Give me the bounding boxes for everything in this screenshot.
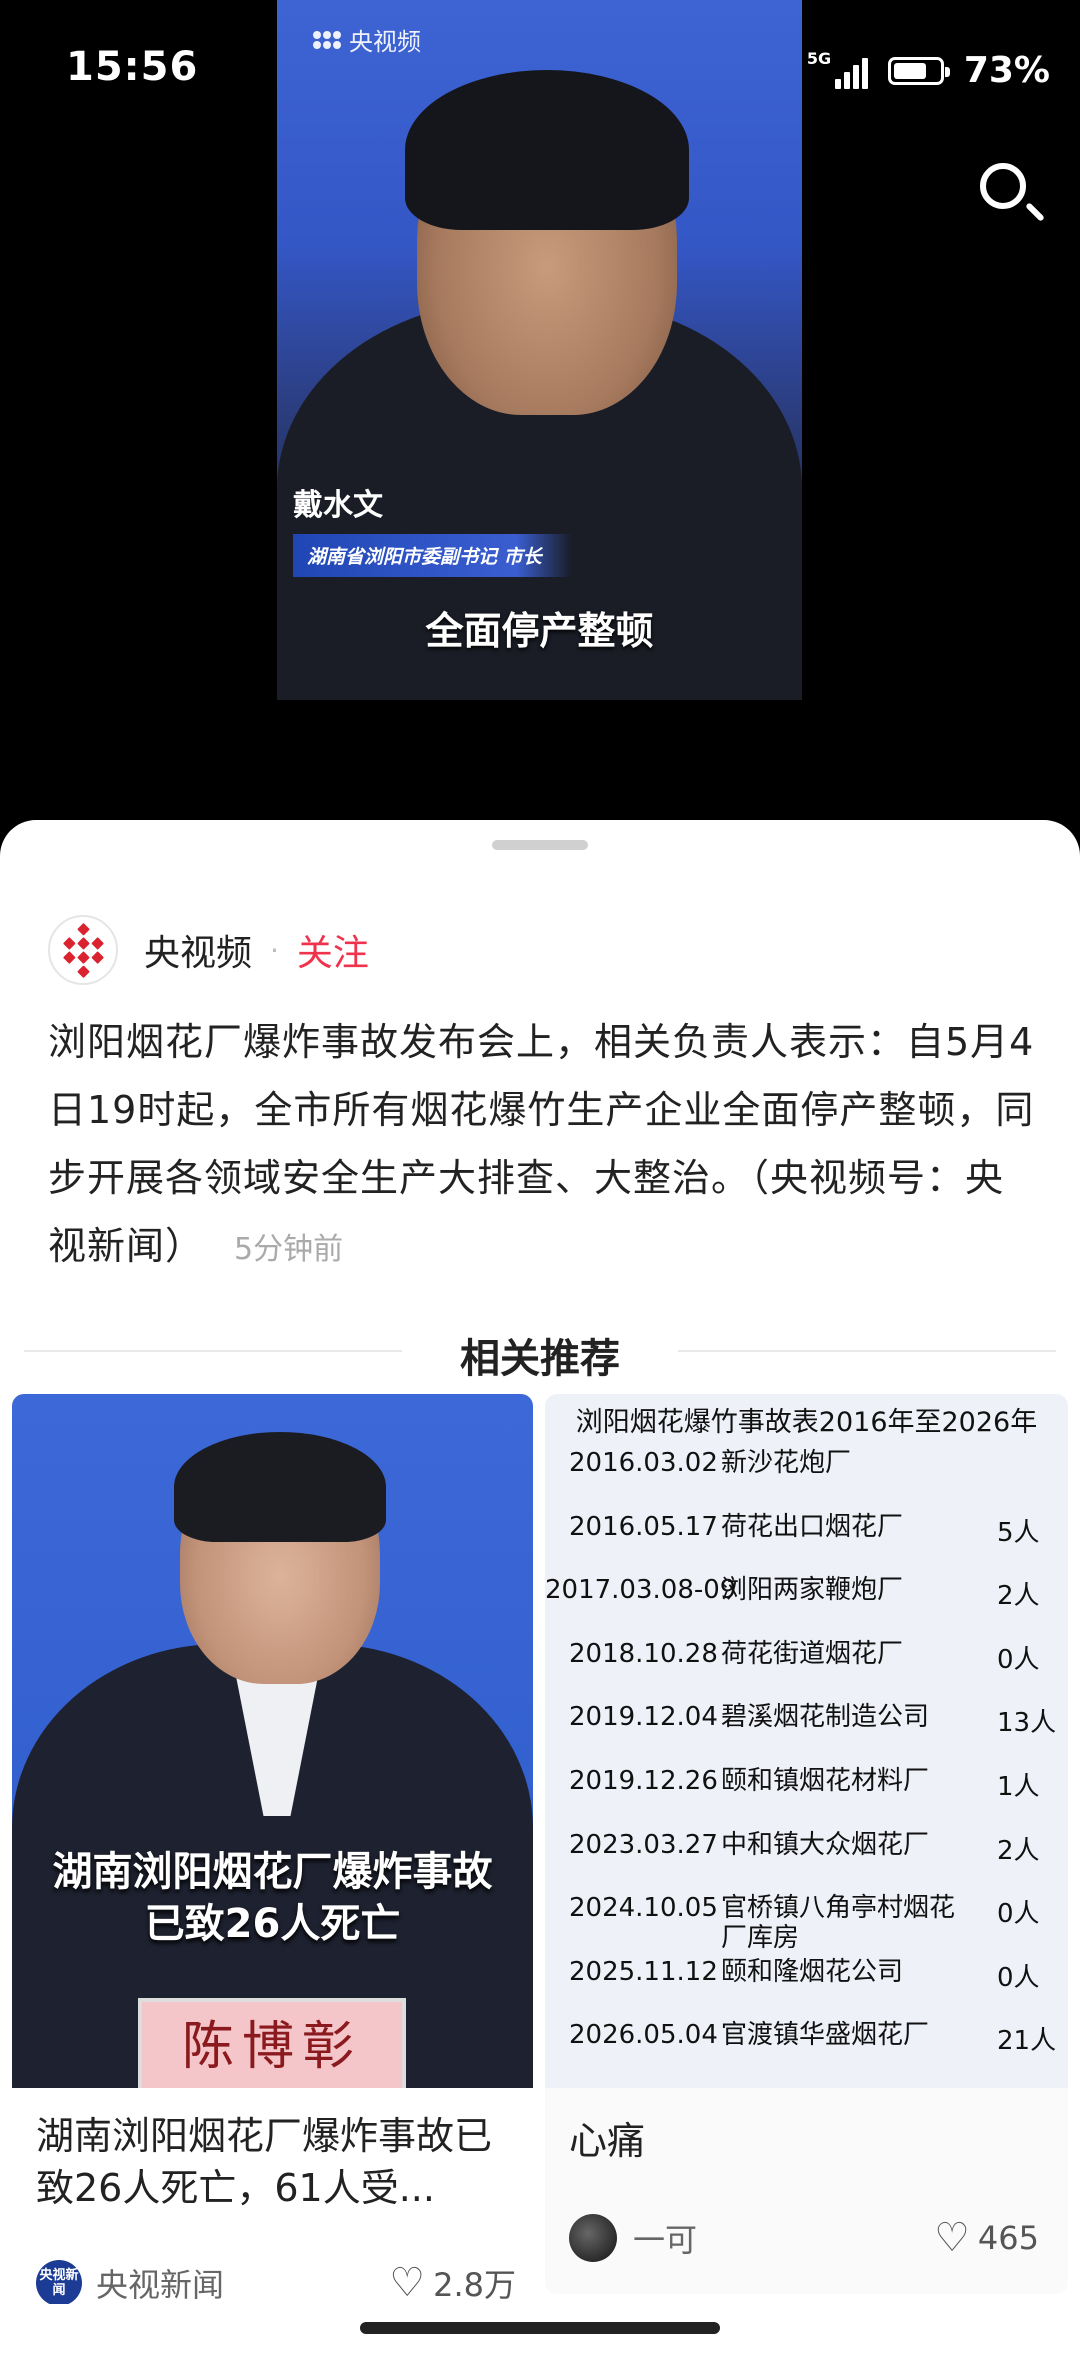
factory-cell: 浏阳两家鞭炮厂 (721, 1575, 904, 1606)
like-button[interactable]: ♡ 465 (934, 2218, 1039, 2258)
card-thumbnail-table: 浏阳烟花爆竹事故表2016年至2026年 2016.03.02 新沙花炮厂 2016… (545, 1394, 1068, 2088)
search-icon[interactable] (980, 163, 1026, 209)
post-description: 浏阳烟花厂爆炸事故发布会上，相关负责人表示：自5月4日19时起，全市所有烟花爆竹… (48, 1020, 1035, 1268)
speaker-title: 湖南省浏阳市委副书记 市长 (293, 534, 572, 577)
factory-cell: 官渡镇华盛烟花厂 (721, 2020, 930, 2051)
factory-cell: 碧溪烟花制造公司 (721, 1702, 930, 1733)
table-row: 2016.05.17 荷花出口烟花厂 5人 (545, 1498, 1068, 1562)
casualty-cell: 21人 (997, 2026, 1057, 2057)
video-subtitle: 全面停产整顿 (425, 609, 654, 653)
related-card-news[interactable]: 湖南浏阳烟花厂爆炸事故 已致26人死亡 陈博彰 湖南浏阳烟花厂爆炸事故已致26人… (12, 1394, 533, 2334)
date-cell: 2017.03.08-09 (545, 1575, 737, 1606)
table-row: 2019.12.26 颐和镇烟花材料厂 1人 (545, 1752, 1068, 1816)
cctv-logo-icon (313, 30, 341, 49)
table-row: 2024.10.05 官桥镇八角亭村烟花厂库房 0人 (545, 1879, 1068, 1953)
casualty-cell: 2人 (997, 1581, 1040, 1612)
clock: 15:56 (66, 44, 199, 90)
date-cell: 2016.05.17 (569, 1511, 718, 1542)
video-player[interactable]: 央视频 戴水文 湖南省浏阳市委副书记 市长 全面停产整顿 (277, 0, 802, 700)
heart-icon: ♡ (389, 2260, 426, 2306)
related-heading: 相关推荐 (460, 1336, 620, 1382)
author-avatar[interactable] (48, 915, 118, 985)
related-card-table[interactable]: 浏阳烟花爆竹事故表2016年至2026年 2016.03.02 新沙花炮厂 2016… (545, 1394, 1068, 2294)
casualty-cell: 5人 (997, 1517, 1040, 1548)
casualty-cell: 0人 (997, 1644, 1040, 1675)
casualty-cell: 13人 (997, 1708, 1057, 1739)
heart-icon: ♡ (934, 2215, 970, 2261)
detail-sheet: 央视频 · 关注 浏阳烟花厂爆炸事故发布会上，相关负责人表示：自5月4日19时起… (0, 820, 1080, 2354)
home-indicator[interactable] (360, 2322, 720, 2334)
casualty-cell: 2人 (997, 1835, 1040, 1866)
thumbnail-caption: 湖南浏阳烟花厂爆炸事故 已致26人死亡 (52, 1849, 493, 1947)
factory-cell: 荷花街道烟花厂 (721, 1638, 904, 1669)
like-count: 465 (977, 2219, 1039, 2257)
date-cell: 2025.11.12 (569, 1956, 718, 1987)
table-row: 2016.03.02 新沙花炮厂 (545, 1434, 1068, 1498)
author-name[interactable]: 央视频 (144, 924, 252, 976)
lower-third: 戴水文 湖南省浏阳市委副书记 市长 (293, 480, 572, 577)
factory-cell: 荷花出口烟花厂 (721, 1511, 904, 1542)
battery-icon (887, 56, 950, 85)
table-row: 2018.10.28 荷花街道烟花厂 0人 (545, 1625, 1068, 1689)
date-cell: 2023.03.27 (569, 1829, 718, 1860)
factory-cell: 中和镇大众烟花厂 (721, 1829, 930, 1860)
date-cell: 2019.12.04 (569, 1702, 718, 1733)
casualty-cell: 1人 (997, 1771, 1040, 1802)
accident-table: 2016.03.02 新沙花炮厂 2016.05.17 荷花出口烟花厂 5人 2017.0… (545, 1434, 1068, 2070)
factory-cell: 颐和隆烟花公司 (721, 1956, 904, 1987)
card-meta: 央视新闻 央视新闻 ♡ 2.8万 (36, 2260, 516, 2306)
user-name: 一可 (633, 2221, 698, 2259)
date-cell: 2018.10.28 (569, 1638, 718, 1669)
date-cell: 2024.10.05 (569, 1893, 718, 1924)
card-thumbnail: 湖南浏阳烟花厂爆炸事故 已致26人死亡 陈博彰 (12, 1394, 533, 2088)
nameplate: 陈博彰 (138, 1998, 406, 2088)
date-cell: 2026.05.04 (569, 2020, 718, 2051)
casualty-cell: 0人 (997, 1899, 1040, 1930)
table-row: 2026.05.04 官渡镇华盛烟花厂 21人 (545, 2006, 1068, 2070)
card-meta: 一可 ♡ 465 (569, 2214, 1039, 2262)
source-name: 央视新闻 (96, 2266, 225, 2304)
source-avatar: 央视新闻 (36, 2260, 82, 2306)
table-row: 2017.03.08-09 浏阳两家鞭炮厂 2人 (545, 1561, 1068, 1625)
table-row: 2019.12.04 碧溪烟花制造公司 13人 (545, 1688, 1068, 1752)
signal-icon-2: 5G (807, 49, 868, 89)
video-watermark: 央视频 (313, 22, 421, 57)
casualty-cell: 0人 (997, 1962, 1040, 1993)
card-title: 心痛 (569, 2119, 646, 2163)
author-row: 央视频 · 关注 (48, 915, 369, 985)
factory-cell: 颐和镇烟花材料厂 (721, 1765, 930, 1796)
factory-cell: 新沙花炮厂 (721, 1448, 852, 1478)
post-time: 5分钟前 (234, 1232, 344, 1267)
user-avatar (569, 2214, 617, 2262)
follow-button[interactable]: 关注 (297, 924, 369, 976)
table-row: 2023.03.27 中和镇大众烟花厂 2人 (545, 1816, 1068, 1880)
like-button[interactable]: ♡ 2.8万 (389, 2260, 516, 2306)
drag-handle[interactable] (492, 840, 588, 850)
related-header: 相关推荐 (0, 1320, 1080, 1382)
table-row: 2025.11.12 颐和隆烟花公司 0人 (545, 1943, 1068, 2007)
card-title: 湖南浏阳烟花厂爆炸事故已致26人死亡，61人受... (36, 2114, 493, 2210)
date-cell: 2016.03.02 (569, 1448, 718, 1478)
date-cell: 2019.12.26 (569, 1765, 718, 1796)
battery-percent: 73% (963, 50, 1050, 91)
like-count: 2.8万 (433, 2266, 516, 2304)
speaker-name: 戴水文 (293, 488, 383, 523)
